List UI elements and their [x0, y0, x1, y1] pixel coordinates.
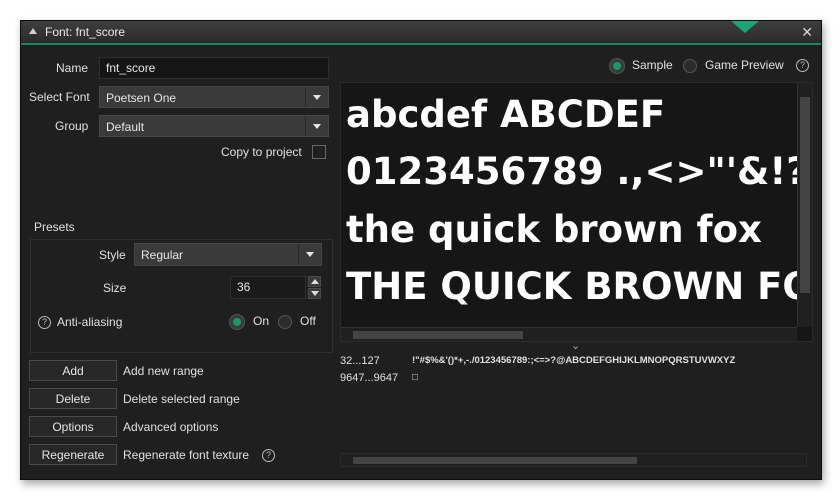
title-bar[interactable]: Font: fnt_score ✕ — [21, 21, 821, 45]
window-title: Font: fnt_score — [45, 25, 126, 39]
help-icon[interactable]: ? — [38, 316, 51, 329]
chevron-down-icon[interactable] — [298, 244, 321, 265]
font-editor-window: Font: fnt_score ✕ Name fnt_score Select … — [20, 20, 822, 480]
ranges-horizontal-scrollbar[interactable] — [340, 453, 807, 467]
style-label: Style — [99, 248, 126, 262]
preview-line: THE QUICK BROWN FO — [346, 265, 813, 308]
anti-aliasing-off-radio[interactable] — [278, 315, 292, 329]
font-preview-area: abcdef ABCDEF 0123456789 .,<>"'&!? the q… — [340, 82, 813, 342]
anti-aliasing-on-label: On — [253, 314, 270, 328]
anti-aliasing-off-label: Off — [300, 314, 316, 328]
preview-line: the quick brown fox — [346, 208, 762, 251]
scrollbar-thumb[interactable] — [353, 331, 523, 339]
options-button[interactable]: Options — [29, 416, 117, 437]
chevron-up-icon — [311, 279, 319, 284]
collapse-triangle-icon[interactable] — [29, 28, 37, 34]
delete-range-button[interactable]: Delete — [29, 388, 117, 409]
sample-label: Sample — [632, 58, 673, 72]
name-input[interactable]: fnt_score — [99, 57, 329, 79]
select-font-dropdown[interactable]: Poetsen One — [99, 86, 329, 108]
select-font-label: Select Font — [29, 90, 90, 104]
size-increment-button[interactable] — [308, 276, 321, 287]
size-input[interactable]: 36 — [230, 276, 306, 299]
size-decrement-button[interactable] — [308, 288, 321, 299]
scrollbar-thumb[interactable] — [353, 457, 637, 464]
chevron-down-icon — [311, 291, 319, 296]
close-icon[interactable]: ✕ — [801, 24, 813, 41]
group-label: Group — [55, 119, 89, 133]
range-glyphs: !"#$%&'()*+,-./0123456789:;<=>?@ABCDEFGH… — [412, 355, 736, 366]
add-range-button[interactable]: Add — [29, 360, 117, 381]
expand-chevron-icon[interactable]: ⌄ — [571, 339, 580, 352]
title-accent-decoration — [731, 21, 759, 33]
range-start-end[interactable]: 32...127 — [340, 355, 380, 367]
copy-to-project-checkbox[interactable] — [312, 145, 326, 159]
group-dropdown[interactable]: Default — [99, 115, 329, 137]
preview-line: abcdef ABCDEF — [346, 93, 666, 136]
game-preview-radio[interactable] — [683, 59, 697, 73]
select-font-value: Poetsen One — [106, 91, 177, 105]
anti-aliasing-label: Anti-aliasing — [57, 315, 123, 329]
help-icon[interactable]: ? — [796, 59, 809, 72]
style-dropdown[interactable]: Regular — [134, 243, 322, 266]
delete-range-description: Delete selected range — [123, 392, 240, 406]
regenerate-description: Regenerate font texture — [123, 448, 250, 462]
anti-aliasing-on-radio[interactable] — [230, 315, 244, 329]
range-glyphs: □ — [412, 372, 418, 383]
chevron-down-icon[interactable] — [305, 87, 328, 107]
presets-title: Presets — [34, 220, 75, 234]
preview-line: 0123456789 .,<>"'&!? — [346, 150, 808, 193]
preview-horizontal-scrollbar[interactable] — [341, 327, 797, 341]
add-range-description: Add new range — [123, 364, 204, 378]
chevron-down-icon[interactable] — [305, 116, 328, 136]
copy-to-project-label: Copy to project — [221, 145, 302, 159]
options-description: Advanced options — [123, 420, 219, 434]
preview-vertical-scrollbar[interactable] — [797, 83, 812, 327]
size-label: Size — [103, 281, 127, 295]
range-start-end[interactable]: 9647...9647 — [340, 372, 398, 384]
help-icon[interactable]: ? — [262, 449, 275, 462]
game-preview-label: Game Preview — [705, 58, 784, 72]
regenerate-button[interactable]: Regenerate — [29, 444, 117, 465]
scrollbar-thumb[interactable] — [800, 97, 810, 293]
style-value: Regular — [141, 248, 184, 262]
sample-radio[interactable] — [610, 59, 624, 73]
name-label: Name — [56, 61, 89, 75]
group-value: Default — [106, 120, 145, 134]
